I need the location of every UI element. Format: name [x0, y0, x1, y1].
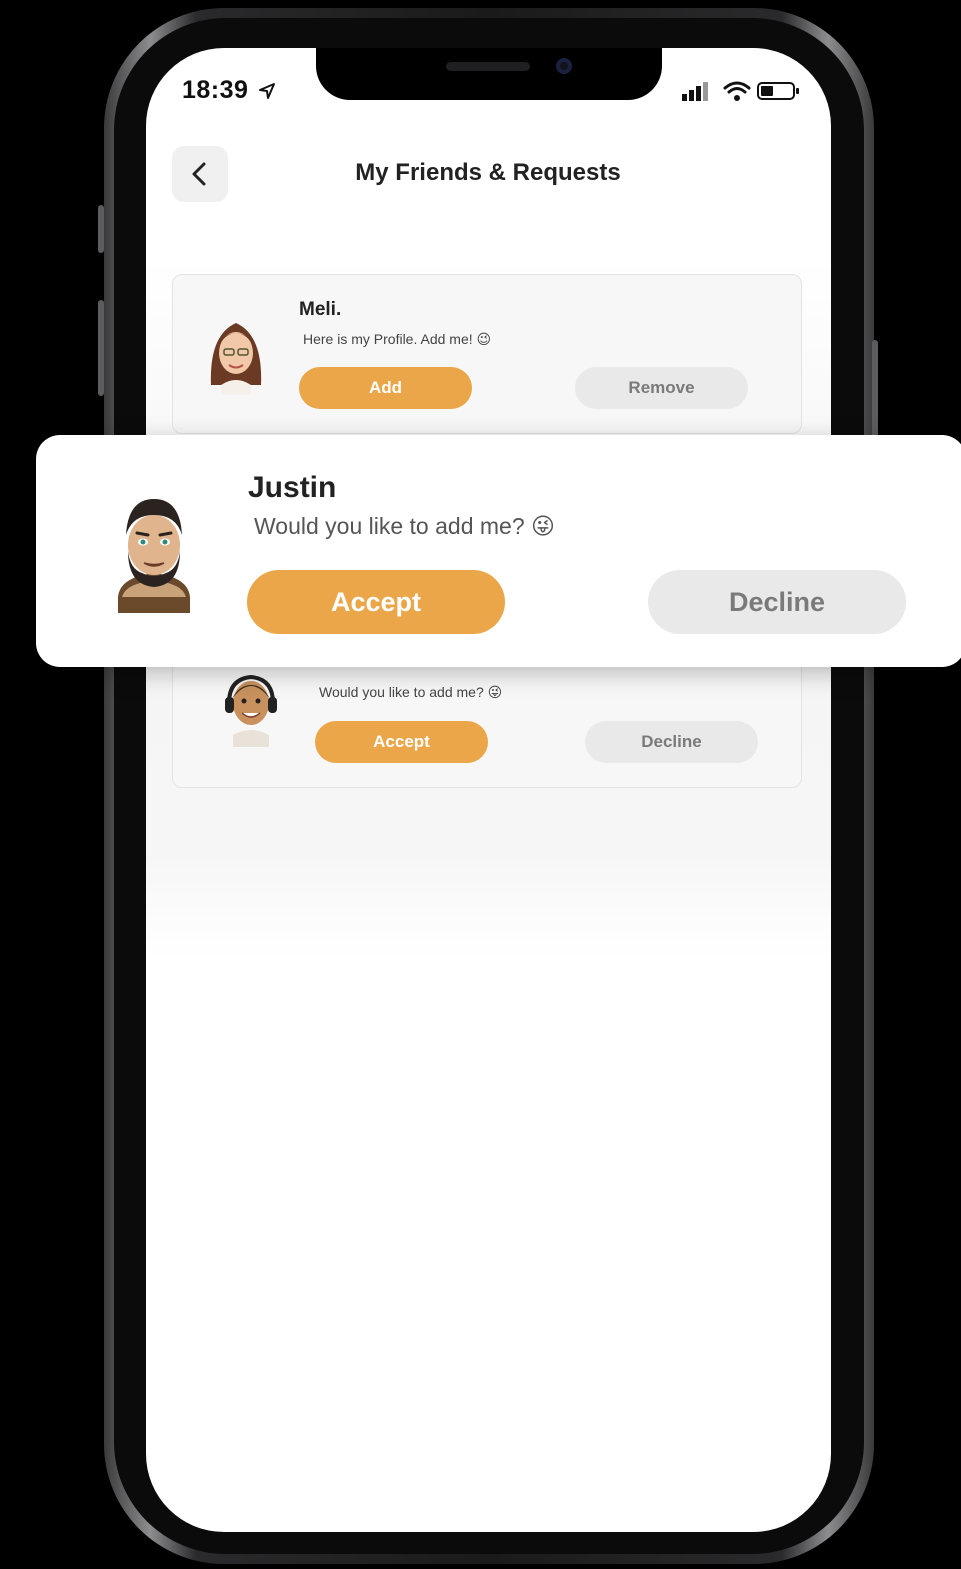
accept-button[interactable]: Accept	[315, 721, 488, 763]
decline-button[interactable]: Decline	[648, 570, 906, 634]
add-button[interactable]: Add	[299, 367, 472, 409]
volume-up-button	[98, 300, 104, 396]
front-camera	[556, 58, 572, 74]
decline-button[interactable]: Decline	[585, 721, 758, 763]
card-name: Justin	[248, 471, 337, 504]
card-name: Meli.	[299, 299, 342, 320]
notch	[316, 48, 662, 100]
card-message: Would you like to add me? 😜	[254, 513, 555, 539]
location-arrow-icon	[258, 83, 275, 100]
avatar	[225, 674, 277, 747]
signal-icon	[682, 82, 708, 101]
friend-card: Meli. Here is my Profile. Add me! 😉 Add …	[172, 274, 802, 434]
battery-icon	[757, 82, 799, 100]
wifi-icon	[723, 81, 751, 101]
speaker-grille	[446, 62, 530, 71]
remove-button[interactable]: Remove	[575, 367, 748, 409]
chevron-left-icon	[192, 162, 206, 186]
avatar	[118, 499, 190, 613]
card-message: Would you like to add me? 😜	[319, 684, 503, 700]
accept-button[interactable]: Accept	[247, 570, 505, 634]
back-button[interactable]	[172, 146, 228, 202]
highlighted-request-card: Justin Would you like to add me? 😜 Accep…	[36, 435, 961, 667]
status-time-text: 18:39	[182, 76, 249, 104]
status-icons	[681, 80, 801, 102]
card-message: Here is my Profile. Add me! 😉	[303, 331, 492, 347]
mute-switch	[98, 205, 104, 253]
status-time: 18:39	[182, 76, 276, 105]
app-screen: 18:39 My Friends & Requests Meli. Here i…	[146, 48, 831, 1532]
page-title: My Friends & Requests	[355, 159, 621, 186]
avatar	[210, 323, 262, 395]
